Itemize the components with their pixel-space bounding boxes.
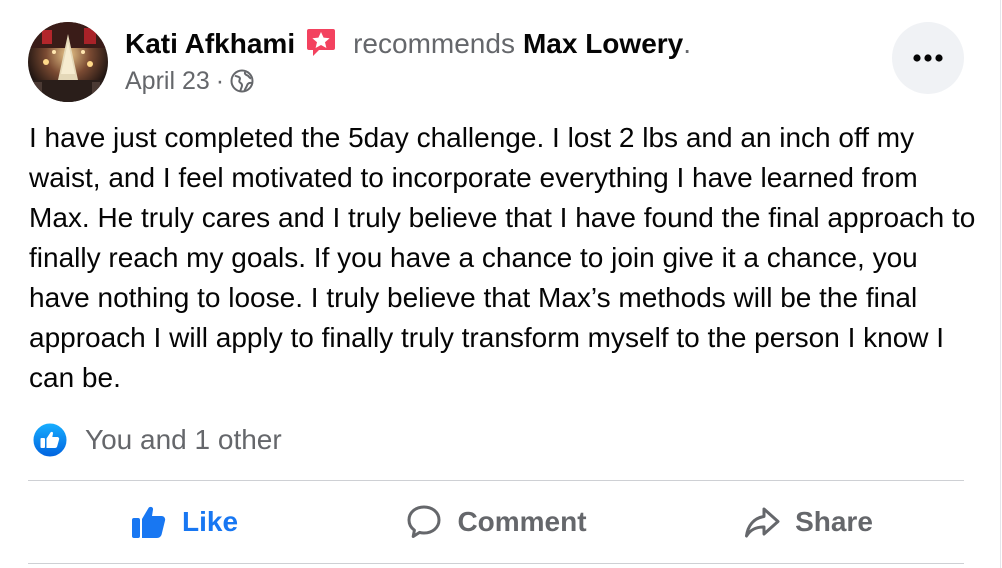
share-button[interactable]: Share (652, 481, 964, 563)
author-name[interactable]: Kati Afkhami (125, 28, 295, 60)
comment-label: Comment (457, 506, 587, 537)
more-options-button[interactable] (892, 22, 964, 94)
recommend-star-icon (305, 26, 337, 58)
comment-button[interactable]: Comment (340, 481, 652, 563)
like-button[interactable]: Like (28, 481, 340, 563)
post-header: Kati Afkhami recommends Max Lowery . (125, 24, 691, 64)
recommends-text: recommends (353, 28, 515, 59)
like-reaction-icon (32, 422, 68, 458)
share-icon (743, 503, 781, 541)
like-label: Like (181, 506, 239, 537)
header-period: . (683, 28, 692, 59)
avatar[interactable] (28, 22, 108, 102)
action-bar: Like Comment Share (28, 481, 964, 563)
share-label: Share (795, 506, 873, 537)
post-meta: April 23 · (125, 64, 254, 98)
comment-icon (405, 503, 443, 541)
more-horizontal-icon (913, 54, 943, 62)
meta-separator: · (215, 66, 225, 95)
page-name-link[interactable]: Max Lowery (523, 28, 683, 60)
post-body-text: I have just completed the 5day challenge… (29, 122, 976, 393)
divider (28, 563, 964, 564)
globe-icon[interactable] (230, 69, 254, 93)
thumbs-up-icon (130, 503, 168, 541)
reaction-count-text: You and 1 other (85, 424, 282, 455)
post-card: Kati Afkhami recommends Max Lowery . Apr… (0, 0, 1002, 568)
reaction-summary[interactable]: You and 1 other (32, 420, 282, 460)
post-date[interactable]: April 23 (125, 67, 210, 96)
